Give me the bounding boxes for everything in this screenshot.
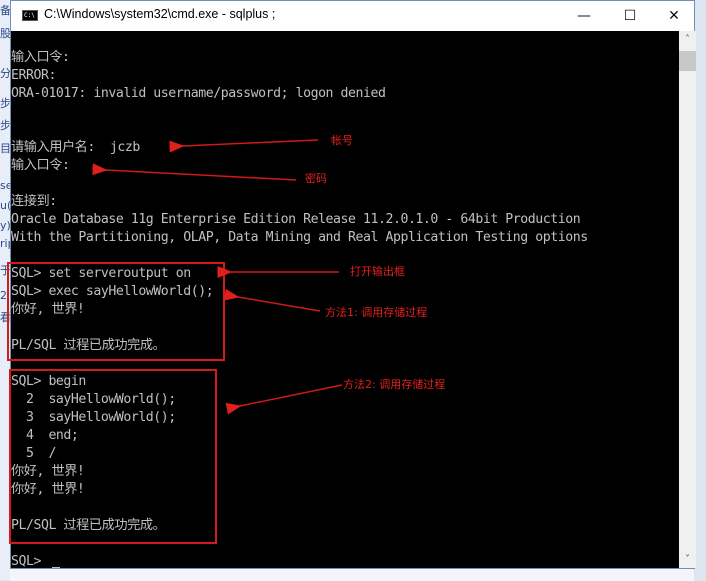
console-line: Oracle Database 11g Enterprise Edition R…: [11, 212, 581, 227]
annotation-open-output: 打开输出框: [350, 265, 405, 278]
window-title: C:\Windows\system32\cmd.exe - sqlplus ;: [44, 7, 276, 21]
vertical-scrollbar[interactable]: ˄ ˅: [679, 31, 696, 568]
annotation-box-method2: [9, 369, 217, 544]
scroll-thumb[interactable]: [679, 51, 696, 71]
annotation-password: 密码: [305, 172, 327, 185]
close-button[interactable]: ✕: [651, 1, 697, 31]
cmd-icon: C:\: [22, 10, 38, 21]
console-line: ORA-01017: invalid username/password; lo…: [11, 86, 386, 101]
annotation-method2: 方法2: 调用存储过程: [343, 378, 446, 391]
console-line: With the Partitioning, OLAP, Data Mining…: [11, 230, 588, 245]
annotation-account: 帐号: [331, 134, 353, 147]
minimize-button[interactable]: —: [561, 1, 607, 31]
minimize-icon: —: [577, 8, 591, 24]
bg-fragment: 2: [0, 289, 7, 302]
console-line: ERROR:: [11, 68, 56, 83]
annotation-box-method1: [7, 262, 225, 361]
scroll-up-icon[interactable]: ˄: [679, 31, 696, 48]
console-line: 请输入用户名: jczb: [11, 140, 140, 155]
maximize-icon: ☐: [623, 8, 637, 24]
text-cursor: [52, 567, 60, 568]
close-icon: ✕: [668, 8, 680, 24]
scroll-down-icon[interactable]: ˅: [679, 551, 696, 568]
console-line: 输入口令:: [11, 158, 70, 173]
background-app-bottom-edge: [10, 568, 694, 581]
console-line: 输入口令:: [11, 50, 70, 65]
title-bar[interactable]: C:\ C:\Windows\system32\cmd.exe - sqlplu…: [11, 1, 694, 31]
maximize-button[interactable]: ☐: [607, 1, 653, 31]
console-line: 连接到:: [11, 194, 57, 209]
console-line: SQL>: [11, 554, 49, 568]
annotation-method1: 方法1: 调用存储过程: [325, 306, 428, 319]
